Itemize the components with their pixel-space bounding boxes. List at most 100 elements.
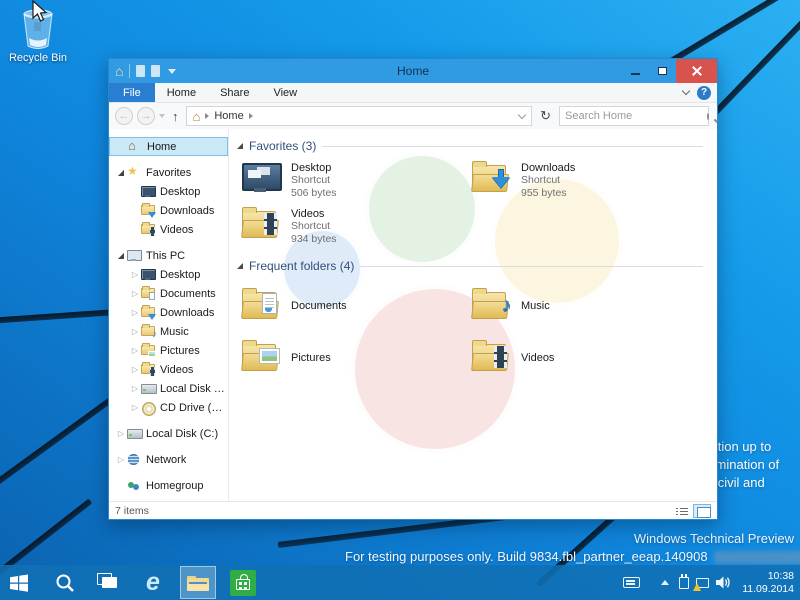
- cd-icon: [141, 401, 156, 414]
- file-item-desktop[interactable]: DesktopShortcut506 bytes: [241, 159, 471, 205]
- file-item-videos[interactable]: VideosShortcut934 bytes: [241, 205, 471, 251]
- file-item-detail: Shortcut: [521, 174, 575, 187]
- section-collapse-icon[interactable]: [237, 143, 243, 149]
- address-dropdown-icon[interactable]: [518, 110, 526, 118]
- file-item-detail: Shortcut: [291, 174, 337, 187]
- file-item-downloads[interactable]: DownloadsShortcut955 bytes: [471, 159, 701, 205]
- breadcrumb-home-icon[interactable]: ⌂: [193, 110, 201, 123]
- taskbar: e 10:38 11.09.2014: [0, 565, 800, 600]
- file-explorer-icon: [186, 573, 210, 593]
- expander-closed-icon[interactable]: ▷: [129, 403, 141, 412]
- sidebar-item-pictures[interactable]: ▷Pictures: [109, 341, 228, 360]
- file-item-name: Desktop: [291, 162, 337, 174]
- breadcrumb-segment[interactable]: Home: [214, 110, 243, 122]
- recent-locations-dropdown-icon[interactable]: [159, 114, 165, 118]
- section-collapse-icon[interactable]: [237, 263, 243, 269]
- sidebar-item-homegroup[interactable]: Homegroup: [109, 476, 228, 495]
- breadcrumb-arrow-icon[interactable]: [249, 113, 253, 119]
- file-explorer-taskbar-button[interactable]: [180, 566, 216, 599]
- file-item-pictures[interactable]: Pictures: [241, 331, 471, 383]
- expander-open-icon[interactable]: ◢: [115, 168, 127, 177]
- sidebar-item-label: This PC: [146, 250, 185, 262]
- expander-closed-icon[interactable]: ▷: [115, 455, 127, 464]
- sidebar-item-downloads[interactable]: ▷Downloads: [109, 303, 228, 322]
- file-item-music[interactable]: ♪Music: [471, 279, 701, 331]
- network-warning-icon[interactable]: [696, 578, 709, 588]
- minimize-icon: [631, 73, 640, 75]
- sidebar-item-desktop[interactable]: ▷Desktop: [109, 265, 228, 284]
- search-icon: [55, 573, 75, 593]
- expander-closed-icon[interactable]: ▷: [129, 346, 141, 355]
- back-button[interactable]: ←: [115, 107, 133, 125]
- close-button[interactable]: [676, 59, 717, 83]
- folder-video-icon: [141, 363, 156, 376]
- show-hidden-icons-chevron[interactable]: [661, 580, 669, 585]
- help-button[interactable]: ?: [697, 86, 711, 100]
- sidebar-item-desktop[interactable]: Desktop: [109, 182, 228, 201]
- tab-view[interactable]: View: [261, 83, 309, 102]
- windows-logo-icon: [9, 573, 29, 593]
- sidebar-item-local-disk-c-[interactable]: ▷Local Disk (C:): [109, 424, 228, 443]
- internet-explorer-button[interactable]: e: [136, 565, 170, 600]
- file-item-name: Downloads: [521, 162, 575, 174]
- expander-closed-icon[interactable]: ▷: [129, 308, 141, 317]
- file-item-name: Videos: [291, 208, 337, 220]
- sidebar-item-cd-drive-d-jm1[interactable]: ▷CD Drive (D:) JM1: [109, 398, 228, 417]
- minimize-button[interactable]: [622, 59, 649, 83]
- expander-open-icon[interactable]: ◢: [115, 251, 127, 260]
- large-icons-view-button[interactable]: [693, 504, 711, 518]
- search-box[interactable]: [559, 106, 709, 126]
- sidebar-item-videos[interactable]: Videos: [109, 220, 228, 239]
- folder-down-icon: [471, 161, 511, 195]
- maximize-button[interactable]: [649, 59, 676, 83]
- expander-closed-icon[interactable]: ▷: [129, 289, 141, 298]
- window-titlebar[interactable]: ⌂ Home: [109, 59, 717, 83]
- taskbar-search-button[interactable]: [48, 565, 82, 600]
- sidebar-item-network[interactable]: ▷Network: [109, 450, 228, 469]
- sidebar-item-home[interactable]: Home: [109, 137, 228, 156]
- taskbar-clock[interactable]: 10:38 11.09.2014: [742, 570, 794, 596]
- ribbon-expand-chevron-icon[interactable]: [682, 87, 690, 95]
- expander-closed-icon[interactable]: ▷: [129, 270, 141, 279]
- file-item-documents[interactable]: Documents: [241, 279, 471, 331]
- tab-share[interactable]: Share: [208, 83, 261, 102]
- breadcrumb[interactable]: ⌂ Home: [186, 106, 533, 126]
- expander-closed-icon[interactable]: ▷: [115, 429, 127, 438]
- star-icon: [127, 166, 142, 179]
- store-button[interactable]: [226, 565, 260, 600]
- folder-video-icon: [141, 223, 156, 236]
- forward-button[interactable]: →: [137, 107, 155, 125]
- folder-down-icon: [141, 204, 156, 217]
- sidebar-item-favorites[interactable]: ◢Favorites: [109, 163, 228, 182]
- power-plug-icon[interactable]: [679, 577, 689, 589]
- file-explorer-window: ⌂ Home File Home Share View ? ← → ↑ ⌂: [108, 58, 718, 520]
- file-item-detail: 506 bytes: [291, 187, 337, 200]
- sidebar-item-downloads[interactable]: Downloads: [109, 201, 228, 220]
- refresh-button[interactable]: ↻: [536, 108, 555, 124]
- sidebar-item-videos[interactable]: ▷Videos: [109, 360, 228, 379]
- volume-icon[interactable]: [716, 576, 731, 589]
- up-one-level-button[interactable]: ↑: [169, 109, 182, 124]
- sidebar-item-label: Videos: [160, 224, 193, 236]
- expander-closed-icon[interactable]: ▷: [129, 384, 141, 393]
- sidebar-item-documents[interactable]: ▷Documents: [109, 284, 228, 303]
- monitor-icon: [141, 268, 156, 281]
- status-bar: 7 items: [109, 501, 717, 519]
- expander-closed-icon[interactable]: ▷: [129, 365, 141, 374]
- tab-home[interactable]: Home: [155, 83, 208, 102]
- expander-closed-icon[interactable]: ▷: [129, 327, 141, 336]
- folder-music-icon: ♪: [471, 288, 511, 322]
- sidebar-item-this-pc[interactable]: ◢ This PC: [109, 246, 228, 265]
- section-header-frequent-folders: Frequent folders (4): [237, 259, 713, 273]
- search-input[interactable]: [565, 110, 707, 122]
- file-item-videos[interactable]: Videos: [471, 331, 701, 383]
- build-watermark-line: For testing purposes only. Build 9834.fb…: [345, 549, 708, 564]
- sidebar-item-local-disk-c-[interactable]: ▷Local Disk (C:): [109, 379, 228, 398]
- task-view-button[interactable]: [92, 565, 126, 600]
- breadcrumb-arrow-icon[interactable]: [205, 113, 209, 119]
- tab-file[interactable]: File: [109, 83, 155, 102]
- touch-keyboard-icon[interactable]: [623, 577, 640, 588]
- start-button[interactable]: [2, 565, 36, 600]
- details-view-button[interactable]: [672, 504, 690, 518]
- sidebar-item-music[interactable]: ▷♪Music: [109, 322, 228, 341]
